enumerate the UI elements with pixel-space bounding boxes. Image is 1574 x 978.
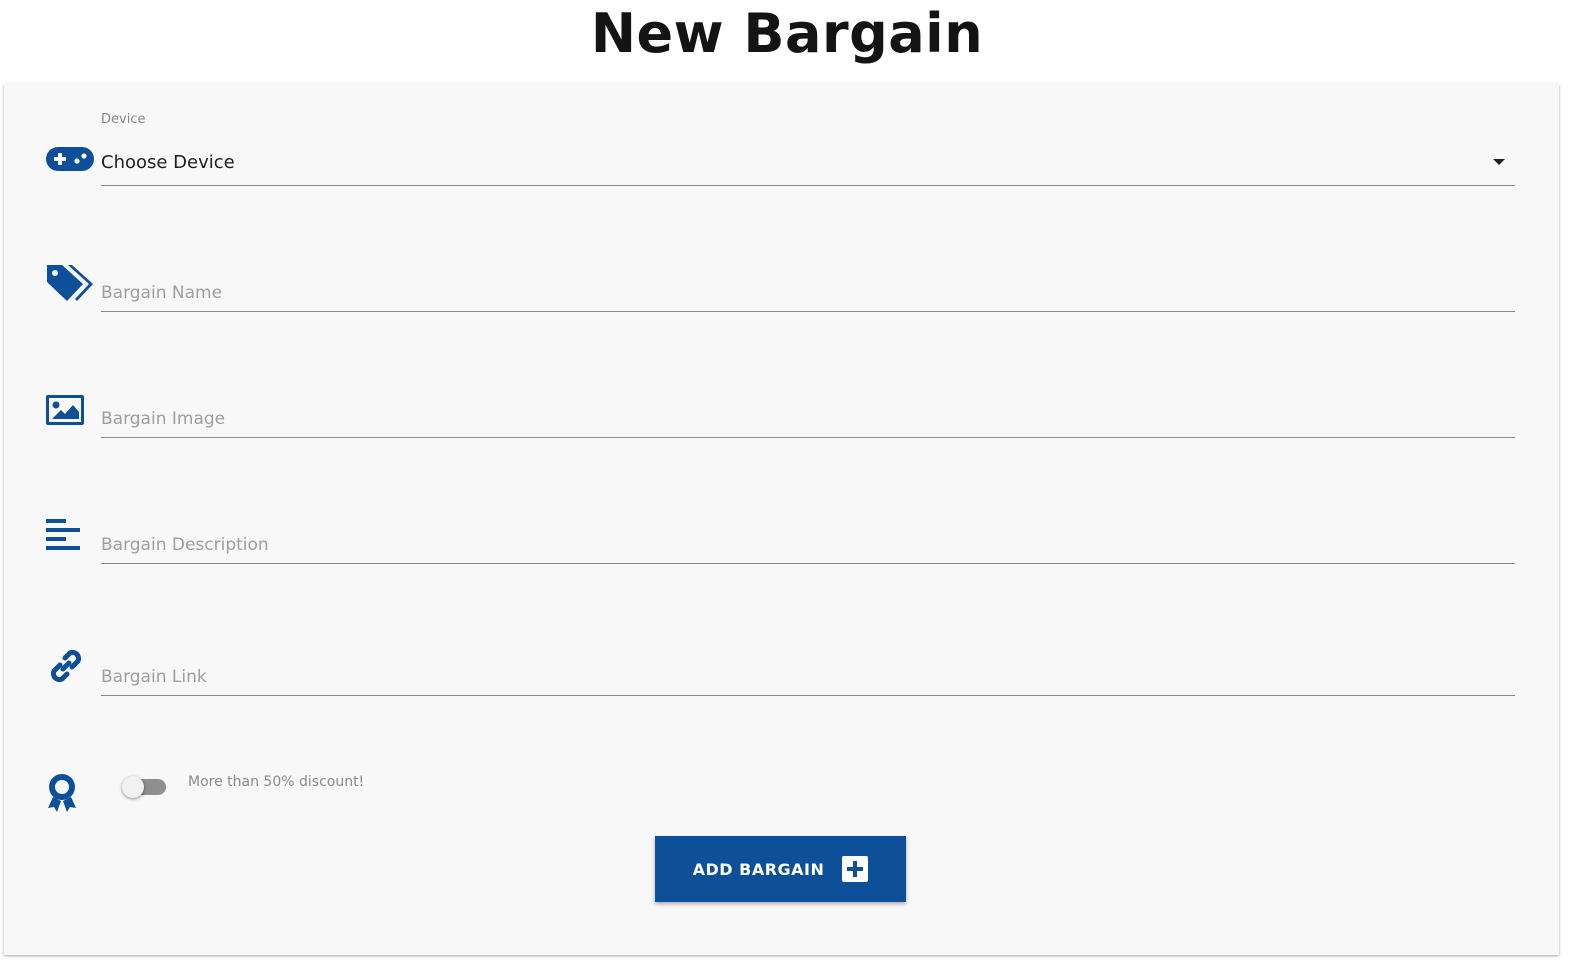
device-select[interactable]: Device Choose Device: [101, 112, 1515, 186]
bargain-description-placeholder: Bargain Description: [101, 535, 269, 555]
discount-toggle[interactable]: [122, 776, 166, 798]
bargain-link-input[interactable]: Bargain Link: [101, 642, 1515, 696]
device-row: Device Choose Device: [4, 112, 1559, 188]
toggle-thumb[interactable]: [122, 776, 144, 798]
page-title: New Bargain: [590, 2, 984, 65]
link-icon: [46, 646, 86, 686]
chevron-down-icon[interactable]: [1493, 159, 1505, 165]
award-icon: [47, 774, 77, 812]
tags-icon: [46, 263, 94, 303]
plus-square-icon: [842, 856, 869, 882]
bargain-image-row: Bargain Image: [4, 386, 1559, 440]
bargain-image-placeholder: Bargain Image: [101, 409, 226, 429]
bargain-link-row: Bargain Link: [4, 642, 1559, 698]
bargain-name-placeholder: Bargain Name: [101, 283, 223, 303]
bargain-image-input[interactable]: Bargain Image: [101, 386, 1515, 438]
device-label: Device: [101, 112, 146, 127]
device-select-value: Choose Device: [101, 152, 235, 173]
add-bargain-label: ADD BARGAIN: [692, 859, 825, 879]
bargain-description-input[interactable]: Bargain Description: [101, 512, 1515, 564]
bargain-description-row: Bargain Description: [4, 512, 1559, 566]
align-left-icon: [46, 518, 80, 552]
bargain-name-input[interactable]: Bargain Name: [101, 260, 1515, 312]
add-bargain-button[interactable]: ADD BARGAIN: [655, 836, 906, 902]
bargain-form-card: Device Choose Device Bargain Name Bargai…: [4, 84, 1559, 955]
image-icon: [46, 395, 84, 425]
bargain-name-row: Bargain Name: [4, 260, 1559, 314]
discount-toggle-label: More than 50% discount!: [188, 774, 365, 790]
gamepad-icon: [46, 146, 94, 172]
bargain-link-placeholder: Bargain Link: [101, 667, 207, 687]
